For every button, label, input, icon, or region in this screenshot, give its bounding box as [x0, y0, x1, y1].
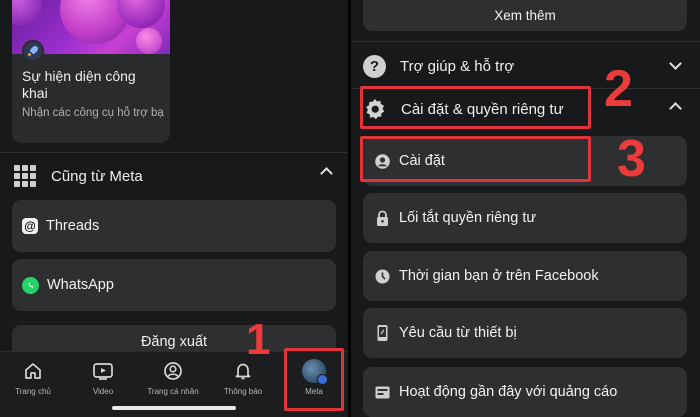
divider — [0, 321, 348, 322]
help-support-label: Trợ giúp & hỗ trợ — [400, 57, 515, 75]
divider — [351, 41, 700, 42]
chevron-up-icon — [669, 102, 682, 115]
chevron-up-icon — [320, 167, 333, 180]
see-more-button[interactable]: Xem thêm — [363, 0, 687, 31]
app-label: Threads — [46, 218, 100, 234]
tab-home[interactable]: Trang chủ — [3, 360, 63, 396]
recent-ad-activity-item[interactable]: Hoạt động gần đây với quảng cáo — [363, 367, 687, 417]
tab-label: Thông báo — [223, 387, 263, 396]
ad-activity-icon — [374, 384, 391, 401]
right-menu-panel: Xem thêm ? Trợ giúp & hỗ trợ Cài đặt & q… — [351, 0, 700, 417]
item-label: Yêu cầu từ thiết bị — [399, 325, 517, 341]
profile-icon — [143, 360, 203, 382]
home-indicator — [112, 406, 236, 410]
chevron-down-icon — [669, 57, 682, 70]
also-from-meta-header[interactable]: Cũng từ Meta — [14, 162, 339, 190]
whatsapp-icon — [22, 276, 39, 294]
item-label: Thời gian bạn ở trên Facebook — [399, 268, 599, 284]
annotation-box-settings-privacy — [360, 86, 591, 129]
threads-app-row[interactable]: @ Threads — [12, 200, 336, 252]
left-menu-panel: Sự hiện diện công khai Nhận các công cụ … — [0, 0, 348, 417]
card-description: Nhận các công cụ hỗ trợ bạn phát triển t… — [22, 107, 164, 119]
item-label: Lối tắt quyền riêng tư — [399, 210, 537, 226]
video-icon — [73, 360, 133, 382]
tab-label: Trang cá nhân — [147, 387, 199, 396]
threads-icon: @ — [22, 218, 38, 234]
annotation-step-1: 1 — [246, 315, 271, 364]
tab-label: Trang chủ — [15, 387, 51, 396]
clock-icon — [374, 268, 391, 285]
question-mark-icon: ? — [363, 54, 386, 78]
divider — [0, 152, 348, 153]
tab-label: Video — [92, 387, 114, 396]
item-label: Hoạt động gần đây với quảng cáo — [399, 384, 618, 400]
time-on-facebook-item[interactable]: Thời gian bạn ở trên Facebook — [363, 251, 687, 301]
tab-notifications[interactable]: Thông báo — [213, 360, 273, 396]
annotation-box-settings — [360, 136, 591, 182]
annotation-step-3: 3 — [617, 130, 646, 188]
lock-icon — [374, 210, 391, 227]
rocket-icon — [22, 40, 44, 62]
device-requests-item[interactable]: Yêu cầu từ thiết bị — [363, 308, 687, 358]
privacy-shortcuts-item[interactable]: Lối tắt quyền riêng tư — [363, 193, 687, 243]
help-support-header[interactable]: ? Trợ giúp & hỗ trợ — [363, 52, 688, 80]
whatsapp-app-row[interactable]: WhatsApp — [12, 259, 336, 311]
card-title: Sự hiện diện công khai — [22, 68, 136, 101]
section-title: Cũng từ Meta — [51, 167, 143, 185]
home-icon — [3, 360, 63, 382]
tab-video[interactable]: Video — [73, 360, 133, 396]
public-presence-card[interactable]: Sự hiện diện công khai Nhận các công cụ … — [12, 0, 170, 143]
phone-icon — [374, 325, 391, 342]
annotation-box-menu — [284, 348, 344, 411]
grid-icon — [14, 165, 36, 187]
annotation-step-2: 2 — [604, 60, 633, 118]
tab-profile[interactable]: Trang cá nhân — [143, 360, 203, 396]
app-label: WhatsApp — [47, 277, 114, 293]
